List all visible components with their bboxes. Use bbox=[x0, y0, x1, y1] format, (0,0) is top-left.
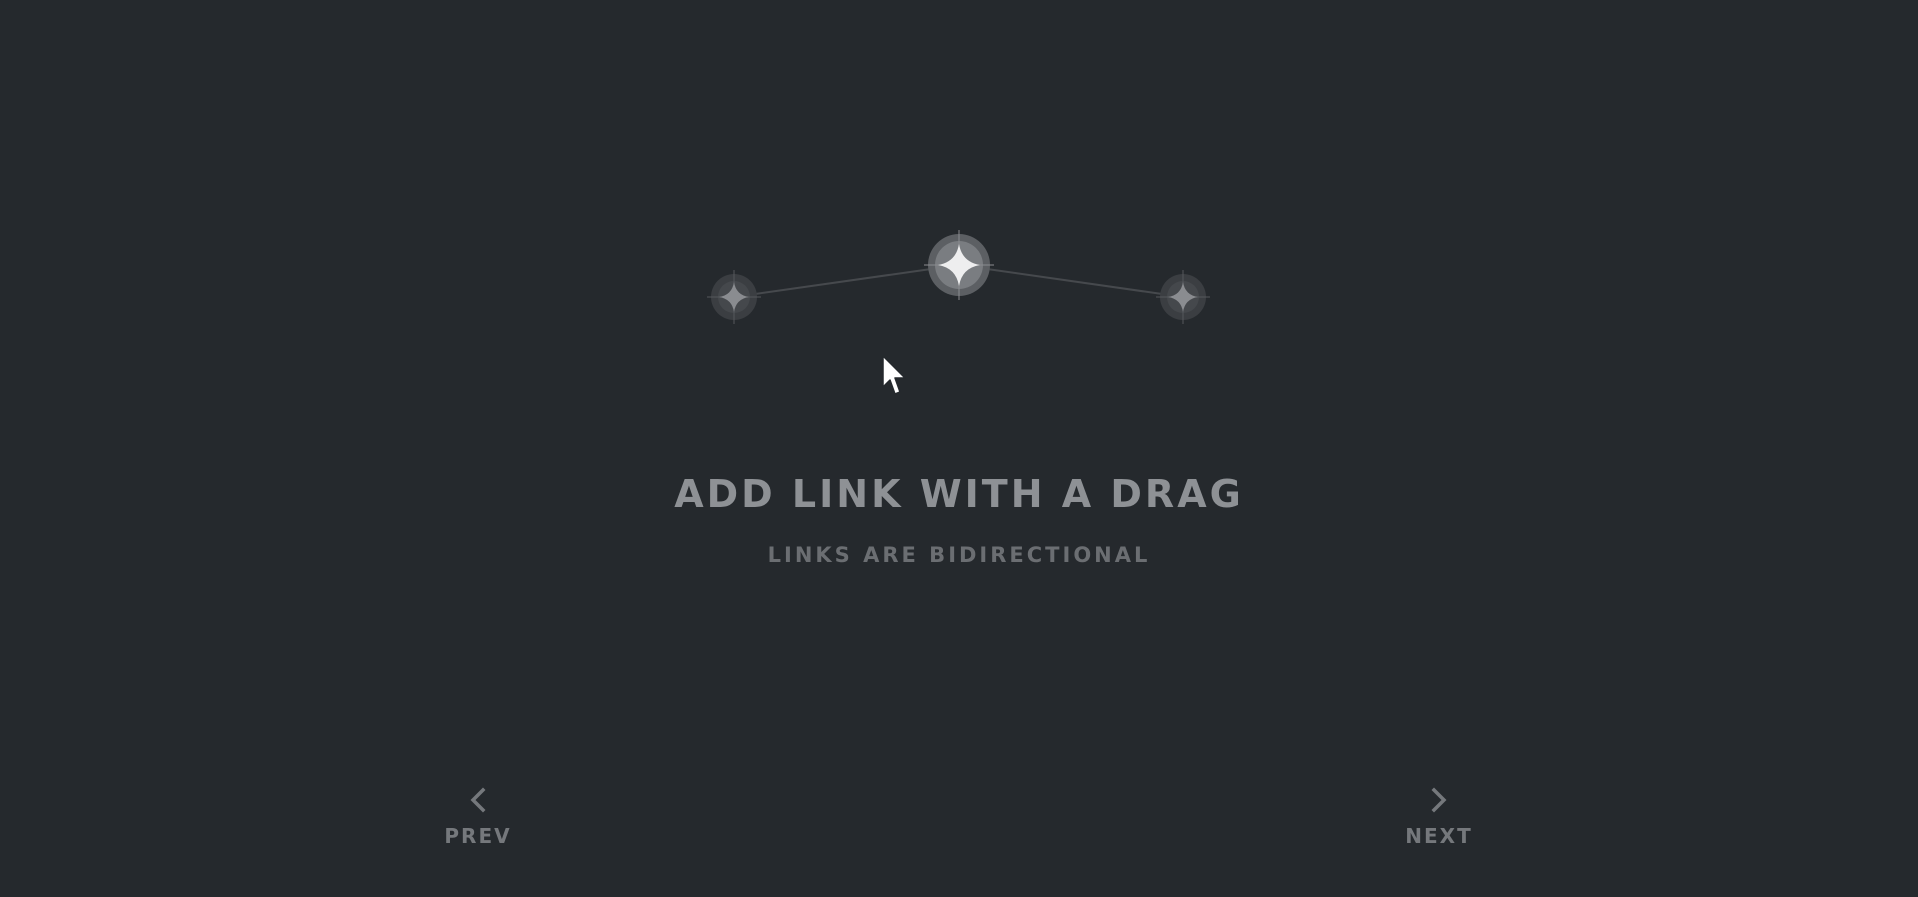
link-left-center bbox=[733, 264, 960, 298]
tutorial-title: ADD LINK WITH A DRAG bbox=[674, 472, 1244, 516]
tutorial-stage: ADD LINK WITH A DRAG LINKS ARE BIDIRECTI… bbox=[0, 0, 1918, 897]
next-button[interactable]: NEXT bbox=[1379, 786, 1499, 866]
chevron-right-icon bbox=[1431, 787, 1447, 813]
prev-label: PREV bbox=[444, 824, 512, 848]
left-star-node[interactable] bbox=[707, 270, 761, 324]
tutorial-subtitle: LINKS ARE BIDIRECTIONAL bbox=[767, 543, 1151, 567]
link-center-right bbox=[958, 264, 1184, 298]
mouse-cursor-icon bbox=[882, 355, 906, 395]
right-star-node[interactable] bbox=[1156, 270, 1210, 324]
next-label: NEXT bbox=[1405, 824, 1473, 848]
center-star-node[interactable] bbox=[924, 230, 994, 300]
prev-button[interactable]: PREV bbox=[418, 786, 538, 866]
constellation-diagram bbox=[707, 230, 1210, 324]
chevron-left-icon bbox=[470, 787, 486, 813]
